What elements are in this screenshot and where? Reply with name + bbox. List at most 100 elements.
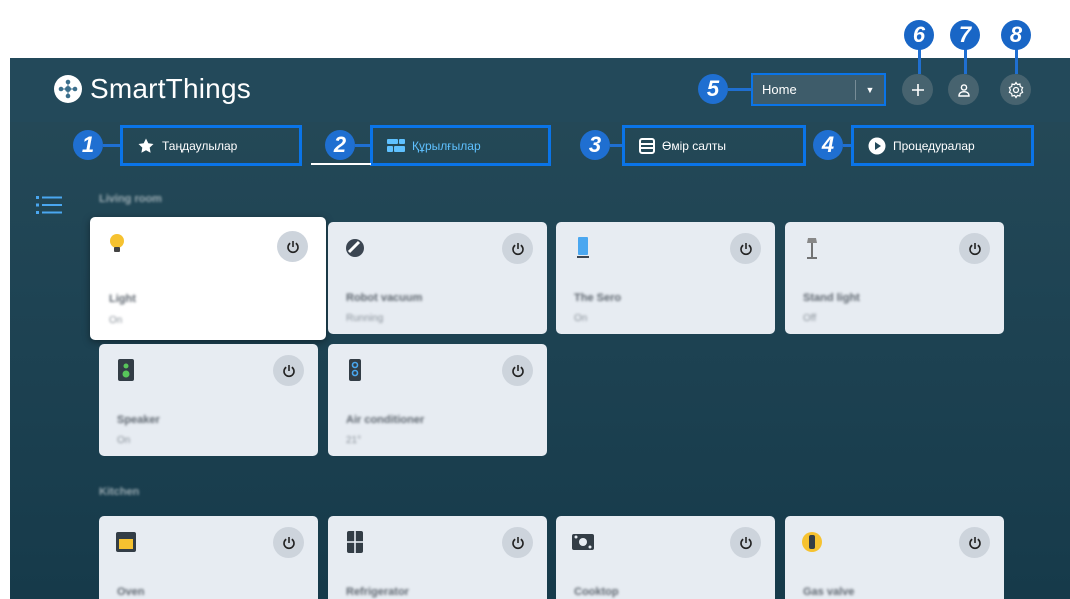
smartthings-logo-icon bbox=[54, 75, 82, 103]
device-status: Running bbox=[346, 313, 384, 324]
devices-grid-icon bbox=[387, 138, 405, 152]
device-status: On bbox=[117, 435, 131, 446]
device-name: Light bbox=[109, 293, 136, 305]
device-name: Oven bbox=[117, 586, 145, 598]
callout-8-connector bbox=[1015, 48, 1018, 74]
device-status: On bbox=[574, 313, 588, 324]
device-name: Air conditioner bbox=[346, 414, 425, 426]
refrigerator-icon bbox=[347, 531, 363, 553]
tab-label-devices: Құрылғылар bbox=[412, 138, 481, 153]
power-button[interactable] bbox=[277, 231, 308, 262]
callout-2: 2 bbox=[325, 130, 355, 160]
cooktop-icon bbox=[572, 534, 594, 550]
tab-life[interactable]: Өмір салты bbox=[622, 125, 806, 166]
device-card-stand-light[interactable]: Stand light Off bbox=[785, 222, 1004, 334]
callout-4: 4 bbox=[813, 130, 843, 160]
play-icon bbox=[868, 137, 886, 154]
person-icon bbox=[957, 83, 970, 97]
stand-lamp-icon bbox=[807, 238, 817, 259]
callout-3-connector bbox=[610, 144, 622, 147]
location-value: Home bbox=[762, 82, 797, 97]
device-status: 21° bbox=[346, 435, 362, 446]
power-button[interactable] bbox=[273, 527, 304, 558]
tv-icon bbox=[577, 237, 589, 258]
power-icon bbox=[286, 240, 299, 253]
device-card-air-conditioner[interactable]: Air conditioner 21° bbox=[328, 344, 547, 456]
device-card-oven[interactable]: Oven bbox=[99, 516, 318, 599]
oven-icon bbox=[116, 532, 136, 552]
device-name: Cooktop bbox=[574, 586, 619, 598]
device-name: Refrigerator bbox=[346, 586, 409, 598]
plus-icon bbox=[911, 83, 924, 96]
app-header: SmartThings bbox=[54, 73, 251, 105]
power-button[interactable] bbox=[502, 527, 533, 558]
callout-1-connector bbox=[103, 144, 120, 147]
device-card-speaker[interactable]: Speaker On bbox=[99, 344, 318, 456]
tab-devices[interactable]: Құрылғылар bbox=[370, 125, 551, 166]
caret-down-icon: ▼ bbox=[865, 84, 875, 95]
device-status: On bbox=[109, 315, 123, 326]
speaker-icon bbox=[118, 359, 134, 381]
power-button[interactable] bbox=[959, 233, 990, 264]
gas-valve-icon bbox=[802, 532, 822, 552]
power-icon bbox=[511, 364, 524, 377]
device-name: Gas valve bbox=[803, 586, 855, 598]
callout-7-connector bbox=[964, 48, 967, 74]
location-select[interactable]: Home ▼ bbox=[751, 73, 886, 106]
device-card-light[interactable]: Light On bbox=[90, 217, 326, 340]
power-icon bbox=[739, 536, 752, 549]
tv-screen: SmartThings 5 Home ▼ 1 Таңдаулылар 2 Құр bbox=[10, 58, 1070, 599]
callout-1: 1 bbox=[73, 130, 103, 160]
device-card-the-sero[interactable]: The Sero On bbox=[556, 222, 775, 334]
settings-button[interactable] bbox=[1000, 74, 1031, 105]
callout-6: 6 bbox=[904, 20, 934, 50]
list-view-button[interactable] bbox=[36, 195, 62, 220]
device-card-refrigerator[interactable]: Refrigerator bbox=[328, 516, 547, 599]
account-button[interactable] bbox=[948, 74, 979, 105]
tab-label-favorites: Таңдаулылар bbox=[162, 138, 238, 153]
add-button[interactable] bbox=[902, 74, 933, 105]
device-status: Off bbox=[803, 313, 817, 324]
power-button[interactable] bbox=[502, 355, 533, 386]
callout-5-connector bbox=[728, 88, 752, 91]
device-name: The Sero bbox=[574, 292, 622, 304]
callout-7: 7 bbox=[950, 20, 980, 50]
callout-4-connector bbox=[843, 144, 851, 147]
power-button[interactable] bbox=[730, 527, 761, 558]
list-icon bbox=[36, 196, 62, 214]
bulb-icon bbox=[110, 234, 124, 252]
power-icon bbox=[282, 536, 295, 549]
gear-icon bbox=[1008, 80, 1023, 99]
power-icon bbox=[968, 242, 981, 255]
vacuum-icon bbox=[346, 239, 364, 257]
star-icon bbox=[138, 138, 154, 153]
power-button[interactable] bbox=[273, 355, 304, 386]
device-card-robot-vacuum[interactable]: Robot vacuum Running bbox=[328, 222, 547, 334]
power-button[interactable] bbox=[502, 233, 533, 264]
power-icon bbox=[739, 242, 752, 255]
device-card-gas-valve[interactable]: Gas valve bbox=[785, 516, 1004, 599]
section-title-living-room: Living room bbox=[99, 193, 162, 205]
callout-3: 3 bbox=[580, 130, 610, 160]
app-title: SmartThings bbox=[90, 73, 251, 104]
tab-label-routines: Процедуралар bbox=[893, 138, 975, 153]
power-icon bbox=[968, 536, 981, 549]
tab-routines[interactable]: Процедуралар bbox=[851, 125, 1034, 166]
air-conditioner-icon bbox=[349, 359, 361, 381]
power-button[interactable] bbox=[730, 233, 761, 264]
section-title-kitchen: Kitchen bbox=[99, 486, 140, 498]
device-card-cooktop[interactable]: Cooktop bbox=[556, 516, 775, 599]
device-name: Speaker bbox=[117, 414, 160, 426]
power-button[interactable] bbox=[959, 527, 990, 558]
tab-label-life: Өмір салты bbox=[662, 138, 727, 153]
power-icon bbox=[511, 536, 524, 549]
callout-8: 8 bbox=[1001, 20, 1031, 50]
device-name: Stand light bbox=[803, 292, 860, 304]
callout-5: 5 bbox=[698, 74, 728, 104]
active-tab-indicator bbox=[311, 163, 371, 165]
callout-6-connector bbox=[918, 48, 921, 74]
life-icon bbox=[639, 137, 655, 154]
device-name: Robot vacuum bbox=[346, 292, 423, 304]
tab-favorites[interactable]: Таңдаулылар bbox=[120, 125, 302, 166]
power-icon bbox=[282, 364, 295, 377]
